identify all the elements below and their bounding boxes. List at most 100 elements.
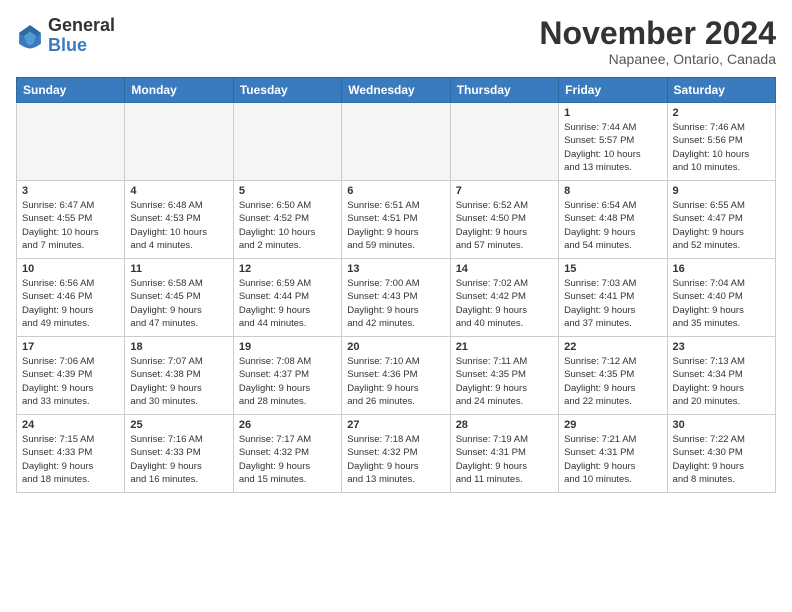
day-info: Sunrise: 7:08 AM Sunset: 4:37 PM Dayligh… <box>239 355 336 408</box>
day-number: 7 <box>456 185 553 197</box>
day-info: Sunrise: 7:00 AM Sunset: 4:43 PM Dayligh… <box>347 277 444 330</box>
calendar-cell: 4Sunrise: 6:48 AM Sunset: 4:53 PM Daylig… <box>125 181 233 259</box>
calendar-body: 1 Sunrise: 7:44 AM Sunset: 5:57 PM Daylig… <box>17 103 776 493</box>
calendar-table: SundayMondayTuesdayWednesdayThursdayFrid… <box>16 77 776 493</box>
day-info: Sunrise: 6:48 AM Sunset: 4:53 PM Dayligh… <box>130 199 227 252</box>
weekday-header-saturday: Saturday <box>667 78 775 103</box>
calendar-cell <box>17 103 125 181</box>
logo-icon <box>16 22 44 50</box>
calendar-cell: 20 Sunrise: 7:10 AM Sunset: 4:36 PM Dayli… <box>342 337 450 415</box>
day-info: Sunrise: 7:11 AM Sunset: 4:35 PM Dayligh… <box>456 355 553 408</box>
calendar-cell: 16 Sunrise: 7:04 AM Sunset: 4:40 PM Dayli… <box>667 259 775 337</box>
location: Napanee, Ontario, Canada <box>539 51 776 67</box>
calendar-cell: 25Sunrise: 7:16 AM Sunset: 4:33 PM Dayli… <box>125 415 233 493</box>
day-info: Sunrise: 6:59 AM Sunset: 4:44 PM Dayligh… <box>239 277 336 330</box>
day-number: 15 <box>564 263 661 275</box>
weekday-header-tuesday: Tuesday <box>233 78 341 103</box>
calendar-cell: 30 Sunrise: 7:22 AM Sunset: 4:30 PM Dayli… <box>667 415 775 493</box>
calendar-cell: 6 Sunrise: 6:51 AM Sunset: 4:51 PM Daylig… <box>342 181 450 259</box>
calendar-cell <box>125 103 233 181</box>
day-info: Sunrise: 6:52 AM Sunset: 4:50 PM Dayligh… <box>456 199 553 252</box>
calendar-cell: 19 Sunrise: 7:08 AM Sunset: 4:37 PM Dayli… <box>233 337 341 415</box>
calendar-cell: 5 Sunrise: 6:50 AM Sunset: 4:52 PM Daylig… <box>233 181 341 259</box>
weekday-header-row: SundayMondayTuesdayWednesdayThursdayFrid… <box>17 78 776 103</box>
day-number: 6 <box>347 185 444 197</box>
day-info: Sunrise: 6:55 AM Sunset: 4:47 PM Dayligh… <box>673 199 770 252</box>
day-number: 11 <box>130 263 227 275</box>
day-info: Sunrise: 7:46 AM Sunset: 5:56 PM Dayligh… <box>673 121 770 174</box>
calendar-cell: 14Sunrise: 7:02 AM Sunset: 4:42 PM Dayli… <box>450 259 558 337</box>
week-row-5: 24 Sunrise: 7:15 AM Sunset: 4:33 PM Dayli… <box>17 415 776 493</box>
header: General Blue November 2024 Napanee, Onta… <box>16 16 776 67</box>
day-info: Sunrise: 7:22 AM Sunset: 4:30 PM Dayligh… <box>673 433 770 486</box>
weekday-header-monday: Monday <box>125 78 233 103</box>
day-info: Sunrise: 7:13 AM Sunset: 4:34 PM Dayligh… <box>673 355 770 408</box>
calendar-cell: 3 Sunrise: 6:47 AM Sunset: 4:55 PM Daylig… <box>17 181 125 259</box>
day-info: Sunrise: 6:51 AM Sunset: 4:51 PM Dayligh… <box>347 199 444 252</box>
weekday-header-wednesday: Wednesday <box>342 78 450 103</box>
day-info: Sunrise: 6:47 AM Sunset: 4:55 PM Dayligh… <box>22 199 119 252</box>
day-number: 2 <box>673 107 770 119</box>
day-number: 5 <box>239 185 336 197</box>
calendar-cell <box>233 103 341 181</box>
day-info: Sunrise: 6:58 AM Sunset: 4:45 PM Dayligh… <box>130 277 227 330</box>
day-number: 3 <box>22 185 119 197</box>
day-number: 10 <box>22 263 119 275</box>
day-info: Sunrise: 7:06 AM Sunset: 4:39 PM Dayligh… <box>22 355 119 408</box>
calendar-cell: 10Sunrise: 6:56 AM Sunset: 4:46 PM Dayli… <box>17 259 125 337</box>
week-row-4: 17Sunrise: 7:06 AM Sunset: 4:39 PM Dayli… <box>17 337 776 415</box>
calendar-cell: 23 Sunrise: 7:13 AM Sunset: 4:34 PM Dayli… <box>667 337 775 415</box>
day-number: 24 <box>22 419 119 431</box>
day-number: 8 <box>564 185 661 197</box>
day-number: 25 <box>130 419 227 431</box>
day-info: Sunrise: 7:15 AM Sunset: 4:33 PM Dayligh… <box>22 433 119 486</box>
day-number: 13 <box>347 263 444 275</box>
day-number: 28 <box>456 419 553 431</box>
day-info: Sunrise: 6:54 AM Sunset: 4:48 PM Dayligh… <box>564 199 661 252</box>
calendar-cell: 18 Sunrise: 7:07 AM Sunset: 4:38 PM Dayli… <box>125 337 233 415</box>
calendar-cell: 27 Sunrise: 7:18 AM Sunset: 4:32 PM Dayli… <box>342 415 450 493</box>
day-info: Sunrise: 7:04 AM Sunset: 4:40 PM Dayligh… <box>673 277 770 330</box>
calendar-cell: 22 Sunrise: 7:12 AM Sunset: 4:35 PM Dayli… <box>559 337 667 415</box>
day-number: 30 <box>673 419 770 431</box>
calendar-cell: 21Sunrise: 7:11 AM Sunset: 4:35 PM Dayli… <box>450 337 558 415</box>
calendar-cell: 15 Sunrise: 7:03 AM Sunset: 4:41 PM Dayli… <box>559 259 667 337</box>
day-number: 20 <box>347 341 444 353</box>
title-block: November 2024 Napanee, Ontario, Canada <box>539 16 776 67</box>
day-info: Sunrise: 7:21 AM Sunset: 4:31 PM Dayligh… <box>564 433 661 486</box>
week-row-3: 10Sunrise: 6:56 AM Sunset: 4:46 PM Dayli… <box>17 259 776 337</box>
day-info: Sunrise: 7:10 AM Sunset: 4:36 PM Dayligh… <box>347 355 444 408</box>
day-info: Sunrise: 7:18 AM Sunset: 4:32 PM Dayligh… <box>347 433 444 486</box>
week-row-2: 3 Sunrise: 6:47 AM Sunset: 4:55 PM Daylig… <box>17 181 776 259</box>
day-info: Sunrise: 7:12 AM Sunset: 4:35 PM Dayligh… <box>564 355 661 408</box>
calendar-cell: 2 Sunrise: 7:46 AM Sunset: 5:56 PM Daylig… <box>667 103 775 181</box>
day-info: Sunrise: 6:50 AM Sunset: 4:52 PM Dayligh… <box>239 199 336 252</box>
weekday-header-friday: Friday <box>559 78 667 103</box>
day-number: 16 <box>673 263 770 275</box>
calendar-cell: 12Sunrise: 6:59 AM Sunset: 4:44 PM Dayli… <box>233 259 341 337</box>
calendar-container: General Blue November 2024 Napanee, Onta… <box>0 0 792 612</box>
day-info: Sunrise: 7:44 AM Sunset: 5:57 PM Dayligh… <box>564 121 661 174</box>
calendar-header: SundayMondayTuesdayWednesdayThursdayFrid… <box>17 78 776 103</box>
day-number: 14 <box>456 263 553 275</box>
calendar-cell: 13 Sunrise: 7:00 AM Sunset: 4:43 PM Dayli… <box>342 259 450 337</box>
day-number: 19 <box>239 341 336 353</box>
day-number: 22 <box>564 341 661 353</box>
calendar-cell: 9Sunrise: 6:55 AM Sunset: 4:47 PM Daylig… <box>667 181 775 259</box>
calendar-cell <box>450 103 558 181</box>
calendar-cell: 24 Sunrise: 7:15 AM Sunset: 4:33 PM Dayli… <box>17 415 125 493</box>
day-info: Sunrise: 7:03 AM Sunset: 4:41 PM Dayligh… <box>564 277 661 330</box>
weekday-header-sunday: Sunday <box>17 78 125 103</box>
day-info: Sunrise: 7:07 AM Sunset: 4:38 PM Dayligh… <box>130 355 227 408</box>
calendar-cell: 28Sunrise: 7:19 AM Sunset: 4:31 PM Dayli… <box>450 415 558 493</box>
calendar-cell: 17Sunrise: 7:06 AM Sunset: 4:39 PM Dayli… <box>17 337 125 415</box>
day-number: 1 <box>564 107 661 119</box>
day-number: 23 <box>673 341 770 353</box>
day-number: 18 <box>130 341 227 353</box>
calendar-cell: 8 Sunrise: 6:54 AM Sunset: 4:48 PM Daylig… <box>559 181 667 259</box>
logo-blue-text: Blue <box>48 35 87 55</box>
day-number: 26 <box>239 419 336 431</box>
month-title: November 2024 <box>539 16 776 51</box>
day-number: 27 <box>347 419 444 431</box>
week-row-1: 1 Sunrise: 7:44 AM Sunset: 5:57 PM Daylig… <box>17 103 776 181</box>
